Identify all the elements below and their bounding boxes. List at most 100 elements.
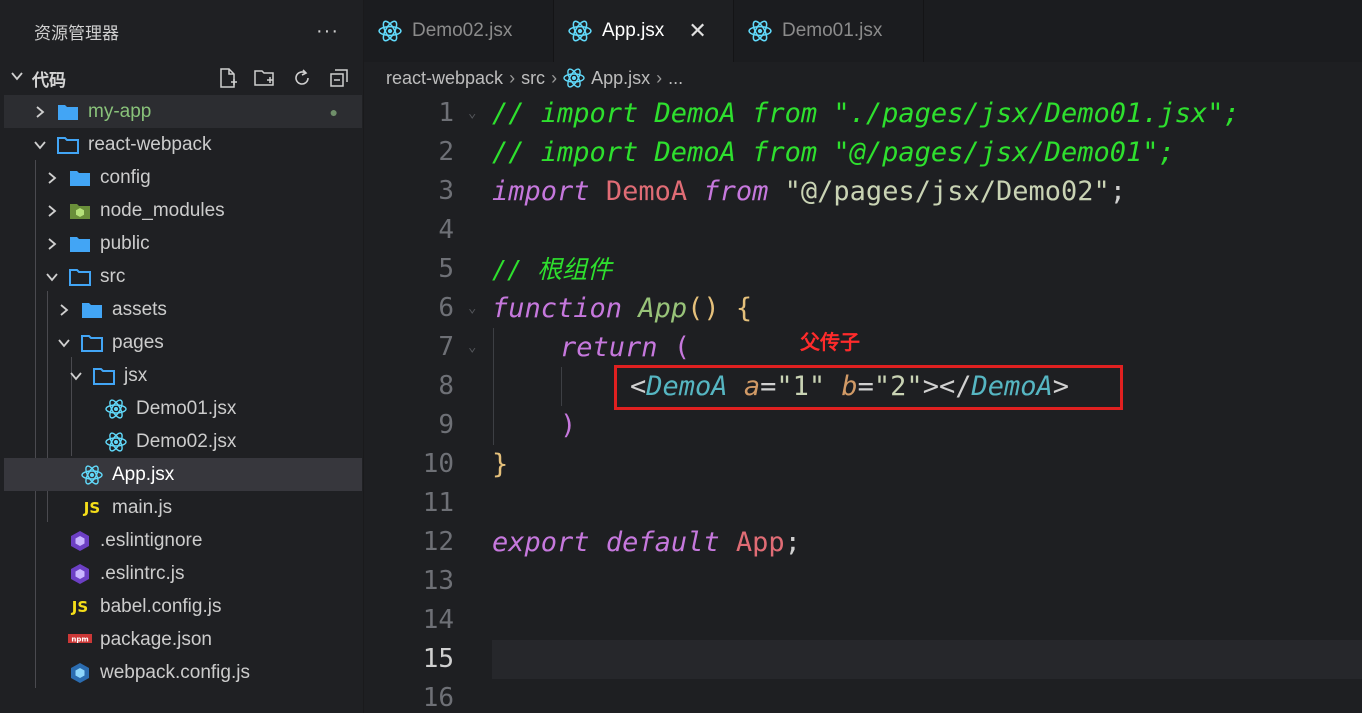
breadcrumb-item[interactable]: react-webpack — [386, 68, 503, 89]
eslint-icon — [68, 529, 92, 553]
tree-file-package-json[interactable]: npm package.json — [4, 623, 362, 656]
workspace-section-header[interactable]: 代码 — [0, 62, 363, 94]
folder-open-icon — [56, 133, 80, 157]
explorer-sidebar: 资源管理器 ··· 代码 my-app ● react-webpack conf… — [0, 0, 364, 713]
line-number: 12 — [422, 527, 454, 557]
code-text: return ( — [560, 328, 690, 367]
chevron-right-icon[interactable] — [44, 161, 60, 194]
react-icon — [104, 397, 128, 421]
tree-file-eslintignore[interactable]: .eslintignore — [4, 524, 362, 557]
tree-file-app[interactable]: App.jsx — [4, 458, 362, 491]
code-punct: } — [492, 449, 509, 480]
folder-icon — [68, 232, 92, 256]
tree-item-label: my-app — [88, 100, 152, 122]
fold-icon[interactable]: ⌄ — [468, 289, 476, 328]
chevron-down-icon[interactable] — [10, 69, 28, 88]
tree-item-label: node_modules — [100, 199, 225, 221]
tree-folder-config[interactable]: config — [4, 161, 362, 194]
code-line: 13 — [364, 562, 1362, 601]
tree-file-eslintrc[interactable]: .eslintrc.js — [4, 557, 362, 590]
tree-file-main[interactable]: JS main.js — [4, 491, 362, 524]
folder-open-icon — [92, 364, 116, 388]
tree-file-babel-config[interactable]: JS babel.config.js — [4, 590, 362, 623]
tab-label: Demo01.jsx — [782, 20, 883, 41]
code-text: import DemoA from "@/pages/jsx/Demo02"; — [492, 172, 1126, 211]
annotation-label: 父传子 — [800, 332, 860, 354]
folder-open-icon — [68, 265, 92, 289]
tree-folder-my-app[interactable]: my-app ● — [4, 95, 362, 128]
collapse-all-icon[interactable] — [327, 66, 351, 90]
tree-folder-jsx[interactable]: jsx — [4, 359, 362, 392]
code-line: 5 // 根组件 — [364, 250, 1362, 289]
tree-folder-public[interactable]: public — [4, 227, 362, 260]
line-number: 2 — [438, 137, 454, 167]
chevron-right-icon[interactable] — [56, 293, 72, 326]
modified-dot: ● — [329, 103, 338, 120]
chevron-down-icon[interactable] — [44, 260, 60, 293]
line-number: 1 — [438, 98, 454, 128]
line-number: 4 — [438, 215, 454, 245]
tab-app[interactable]: App.jsx ✕ — [554, 0, 734, 62]
tree-folder-assets[interactable]: assets — [4, 293, 362, 326]
js-icon: JS — [83, 498, 101, 517]
code-text: function App() { — [492, 289, 752, 328]
eslint-icon — [68, 562, 92, 586]
tab-demo01[interactable]: Demo01.jsx — [734, 0, 924, 62]
chevron-right-icon[interactable] — [44, 194, 60, 227]
code-string: "@/pages/jsx/Demo02" — [784, 176, 1110, 207]
breadcrumb-item[interactable]: App.jsx — [591, 68, 650, 89]
npm-icon: npm — [68, 628, 92, 652]
tree-file-demo01[interactable]: Demo01.jsx — [4, 392, 362, 425]
workspace-name: 代码 — [32, 70, 66, 90]
refresh-icon[interactable] — [290, 66, 314, 90]
svg-text:npm: npm — [71, 635, 88, 643]
code-line: 11 — [364, 484, 1362, 523]
tree-folder-node-modules[interactable]: node_modules — [4, 194, 362, 227]
tree-file-webpack-config[interactable]: webpack.config.js — [4, 656, 362, 689]
chevron-down-icon[interactable] — [56, 326, 72, 359]
line-number: 6 — [438, 293, 454, 323]
code-keyword: import — [492, 176, 590, 207]
chevron-down-icon[interactable] — [68, 359, 84, 392]
react-icon — [104, 430, 128, 454]
tree-folder-pages[interactable]: pages — [4, 326, 362, 359]
new-folder-icon[interactable] — [253, 66, 277, 90]
folder-open-icon — [80, 331, 104, 355]
editor-tabs: Demo02.jsx App.jsx ✕ Demo01.jsx — [364, 0, 1362, 62]
chevron-right-icon: › — [551, 67, 558, 88]
chevron-right-icon[interactable] — [44, 227, 60, 260]
code-line: 16 — [364, 679, 1362, 713]
line-number: 13 — [422, 566, 454, 596]
close-icon[interactable]: ✕ — [688, 18, 706, 44]
tab-demo02[interactable]: Demo02.jsx — [364, 0, 554, 62]
tree-item-label: Demo02.jsx — [136, 430, 237, 452]
tree-item-label: react-webpack — [88, 133, 212, 155]
js-icon: JS — [71, 597, 89, 616]
chevron-down-icon[interactable] — [32, 128, 48, 161]
line-number: 15 — [422, 644, 454, 674]
tree-folder-react-webpack[interactable]: react-webpack — [4, 128, 362, 161]
react-icon — [568, 18, 594, 44]
tab-label: App.jsx — [602, 20, 665, 41]
breadcrumb-item[interactable]: src — [521, 68, 545, 89]
fold-icon[interactable]: ⌄ — [468, 94, 476, 133]
chevron-right-icon[interactable] — [32, 95, 48, 128]
line-number: 9 — [438, 410, 454, 440]
tree-item-label: public — [100, 232, 150, 254]
tree-item-label: config — [100, 166, 151, 188]
tree-item-label: main.js — [112, 496, 173, 518]
folder-icon — [56, 100, 80, 124]
breadcrumb-item[interactable]: ... — [668, 68, 683, 89]
tree-file-demo02[interactable]: Demo02.jsx — [4, 425, 362, 458]
tree-folder-src[interactable]: src — [4, 260, 362, 293]
more-actions-icon[interactable]: ··· — [316, 20, 339, 43]
new-file-icon[interactable] — [216, 66, 240, 90]
code-line: 1 ⌄ // import DemoA from "./pages/jsx/De… — [364, 94, 1362, 133]
code-line: 12 export default App; — [364, 523, 1362, 562]
line-number: 8 — [438, 371, 454, 401]
react-icon — [748, 18, 774, 44]
code-comment: // import DemoA from "./pages/jsx/Demo01… — [492, 98, 1240, 129]
code-punct: () — [687, 293, 720, 324]
fold-icon[interactable]: ⌄ — [468, 328, 476, 367]
line-number: 14 — [422, 605, 454, 635]
